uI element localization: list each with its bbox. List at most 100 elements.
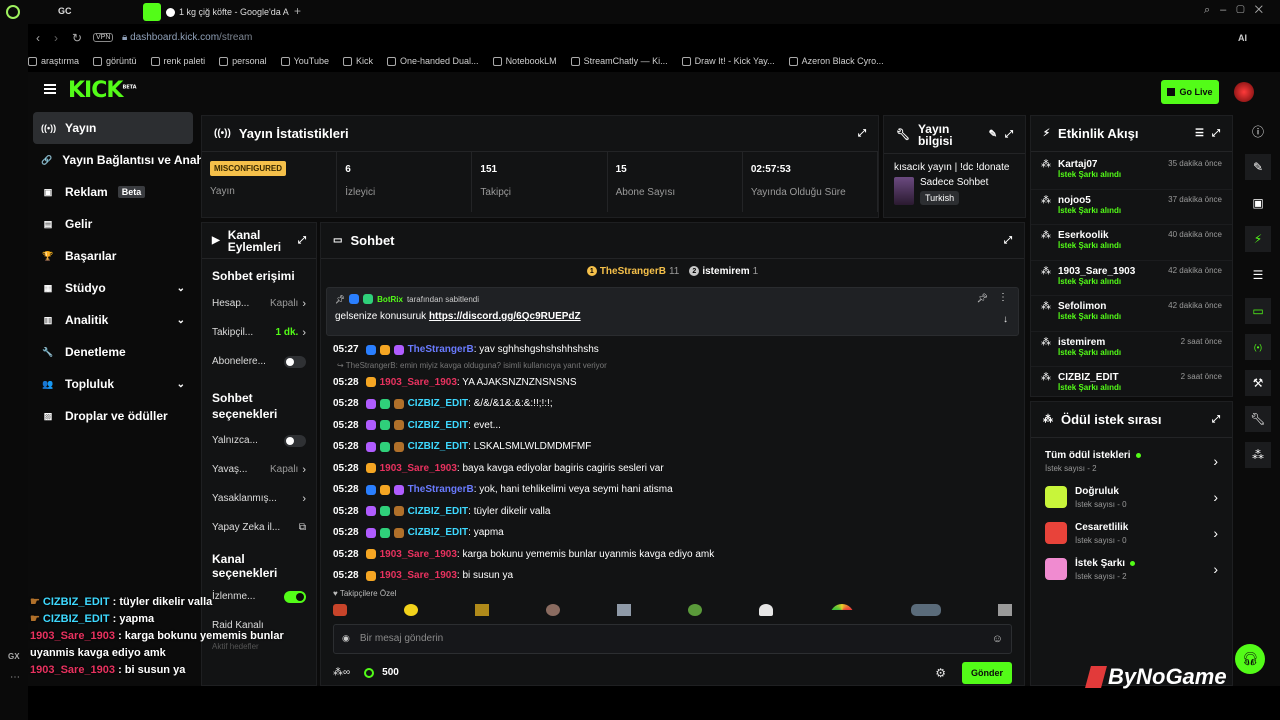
url-field[interactable]: 🔒︎ dashboard.kick.com/stream — [122, 32, 252, 43]
option-row[interactable]: Yasaklanmış... › — [212, 484, 306, 513]
expand-icon[interactable]: ⤢ — [1004, 235, 1012, 246]
bolt-icon[interactable]: ⚡︎ — [1245, 226, 1271, 252]
chevron-down-icon[interactable]: ⌄ — [177, 379, 185, 390]
expand-icon[interactable]: ⤢ — [1212, 128, 1220, 139]
option-row[interactable]: Abonelere... — [212, 347, 306, 376]
support-icon[interactable]: 🎧︎ — [1235, 644, 1265, 674]
sidebar-item[interactable]: 🏆 Başarılar — [33, 240, 193, 272]
chevron-down-icon[interactable]: ⌄ — [177, 315, 185, 326]
emote[interactable] — [333, 603, 347, 616]
chat-message[interactable]: 05:28 CIZBIZ_EDIT: yapma — [333, 522, 1012, 544]
bookmark-item[interactable]: Draw It! - Kick Yay... — [681, 56, 775, 66]
bookmark-item[interactable]: Azeron Black Cyro... — [788, 56, 884, 66]
filter-icon[interactable]: ☰ — [1195, 128, 1204, 139]
emote[interactable] — [546, 603, 560, 616]
bookmark-item[interactable]: NotebookLM — [492, 56, 557, 66]
chat-message[interactable]: 05:28 CIZBIZ_EDIT: &/&/&1&:&:&:!!;!:!; — [333, 393, 1012, 415]
message-username[interactable]: TheStrangerB — [408, 484, 474, 495]
reward-item[interactable]: Doğruluk İstek sayısı - 0 › — [1031, 479, 1232, 515]
category-name[interactable]: Sadece Sohbet — [920, 177, 988, 188]
reload-icon[interactable]: ↻ — [72, 31, 82, 45]
opera-gx-icon[interactable] — [6, 5, 20, 19]
gx-label[interactable]: GX — [8, 652, 20, 661]
emote[interactable] — [998, 603, 1012, 616]
sidebar-item[interactable]: ▣ Reklam Beta — [33, 176, 193, 208]
option-row[interactable]: Yavaş... Kapalı › — [212, 455, 306, 484]
sidebar-item[interactable]: ((•)) Yayın — [33, 112, 193, 144]
chevron-right-icon[interactable]: › — [1213, 525, 1218, 541]
broadcast-icon[interactable]: (•) — [1245, 334, 1271, 360]
emote[interactable] — [688, 603, 702, 616]
back-icon[interactable]: ‹ — [36, 31, 40, 45]
expand-icon[interactable]: ⤢ — [858, 128, 866, 139]
chat-input[interactable]: ◉ Bir mesaj gönderin ☺ — [333, 623, 1012, 654]
avatar[interactable] — [1234, 82, 1254, 102]
chat-message[interactable]: 05:28 1903_Sare_1903: YA AJAKSNZNZNSNSNS — [333, 372, 1012, 394]
emote[interactable] — [911, 603, 941, 616]
sidebar-item[interactable]: ▦ Stüdyo ⌄ — [33, 272, 193, 304]
chevron-right-icon[interactable]: › — [302, 493, 306, 505]
chat-message[interactable]: 05:27 TheStrangerB: yav sghhshgshshshhshs… — [333, 339, 1012, 361]
expand-icon[interactable]: ⤢ — [1005, 129, 1013, 140]
tools-icon[interactable]: ⚒ — [1245, 370, 1271, 396]
message-username[interactable]: CIZBIZ_EDIT — [408, 527, 469, 538]
chevron-down-icon[interactable]: ⌄ — [177, 283, 185, 294]
forward-icon[interactable]: › — [54, 31, 58, 45]
sidebar-item[interactable]: 👥 Topluluk ⌄ — [33, 368, 193, 400]
new-tab-icon[interactable]: + — [294, 4, 301, 18]
emoji-icon[interactable]: ☺ — [992, 633, 1003, 645]
emote[interactable] — [617, 603, 631, 616]
activity-item[interactable]: ⁂ Sefolimon İstek Şarkı alındı 42 dakika ön… — [1031, 296, 1232, 332]
window-controls[interactable]: ⌕–▢✕ — [1204, 4, 1273, 17]
activity-item[interactable]: ⁂ 1903_Sare_1903 İstek Şarkı alındı 42 daki… — [1031, 261, 1232, 296]
message-username[interactable]: 1903_Sare_1903 — [380, 463, 457, 474]
bookmark-item[interactable]: One-handed Dual... — [387, 56, 479, 66]
sidebar-item[interactable]: 🔗 Yayın Bağlantısı ve Anahtar — [33, 144, 219, 176]
ai-button[interactable]: AI — [1238, 33, 1247, 43]
edit-icon[interactable]: ✎ — [1245, 154, 1271, 180]
toggle-switch[interactable] — [284, 355, 306, 368]
chat-message[interactable]: 05:28 CIZBIZ_EDIT: LSKALSMLWLDMDMFMF — [333, 436, 1012, 458]
media-icon[interactable]: ▣ — [1245, 190, 1271, 216]
gift-icon[interactable]: ⁂ — [1245, 442, 1271, 468]
edit-icon[interactable]: ✎ — [989, 129, 997, 140]
chevron-right-icon[interactable]: › — [302, 327, 306, 339]
unpin-icon[interactable]: 📌︎ — [977, 293, 988, 304]
emote[interactable] — [830, 603, 854, 616]
more-icon[interactable]: ⋯ — [10, 672, 20, 683]
list-icon[interactable]: ☰ — [1245, 262, 1271, 288]
sidebar-item[interactable]: 🔧 Denetleme — [33, 336, 193, 368]
more-icon[interactable]: ⋮ — [998, 292, 1008, 303]
chat-message[interactable]: 05:28 CIZBIZ_EDIT: tüyler dikelir valla — [333, 501, 1012, 523]
activity-item[interactable]: ⁂ istemirem İstek Şarkı alındı 2 saat önce — [1031, 332, 1232, 367]
option-row[interactable]: Takipçil... 1 dk. › — [212, 318, 306, 347]
chevron-right-icon[interactable]: › — [1213, 453, 1218, 469]
emote[interactable] — [404, 603, 418, 616]
top-gifter[interactable]: 2 istemirem 1 — [689, 266, 758, 277]
emote[interactable] — [759, 603, 773, 616]
emote[interactable] — [475, 603, 489, 616]
option-row[interactable]: Yapay Zeka il... ⧉ — [212, 513, 306, 542]
bookmark-item[interactable]: personal — [219, 56, 267, 66]
sidebar-item[interactable]: ▤ Gelir — [33, 208, 193, 240]
chat-message[interactable]: 05:28 TheStrangerB: yok, hani tehlikelimi… — [333, 479, 1012, 501]
chat-message[interactable]: 05:28 1903_Sare_1903: karga bokunu yememi… — [333, 544, 1012, 566]
message-username[interactable]: 1903_Sare_1903 — [380, 377, 457, 388]
kick-logo[interactable]: KICKBETA — [68, 78, 137, 103]
active-tab[interactable]: 1 kg çiğ köfte - Google'da A — [166, 3, 290, 21]
top-gifter[interactable]: 1 TheStrangerB 11 — [586, 266, 679, 277]
send-button[interactable]: Gönder — [961, 661, 1012, 684]
bookmark-item[interactable]: Kick — [342, 56, 373, 66]
chevron-right-icon[interactable]: › — [1213, 489, 1218, 505]
gc-label[interactable]: GC — [58, 6, 72, 16]
reward-item[interactable]: Tüm ödül istekleri İstek sayısı - 2 › — [1031, 443, 1232, 479]
expand-icon[interactable]: ⤢ — [1212, 414, 1220, 425]
collapse-icon[interactable]: ↓ — [1003, 314, 1008, 325]
reward-item[interactable]: Cesaretlilik İstek sayısı - 0 › — [1031, 515, 1232, 551]
info-icon[interactable]: ⓘ — [1245, 118, 1271, 144]
message-username[interactable]: TheStrangerB — [408, 344, 474, 355]
expand-icon[interactable]: ⤢ — [298, 235, 306, 246]
rewards-icon[interactable]: ⁂∞ — [333, 667, 350, 678]
message-username[interactable]: CIZBIZ_EDIT — [408, 420, 469, 431]
sidebar-item[interactable]: ▥ Analitik ⌄ — [33, 304, 193, 336]
